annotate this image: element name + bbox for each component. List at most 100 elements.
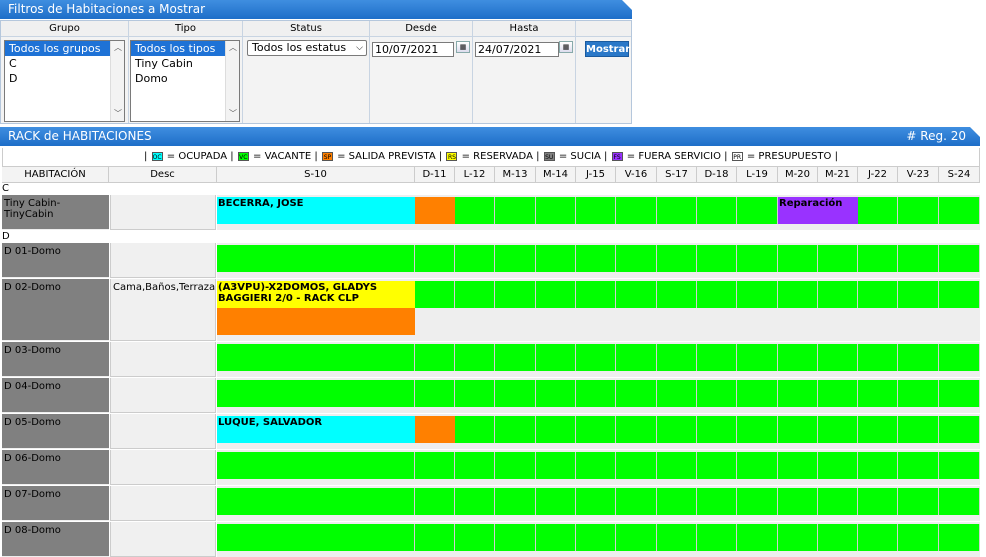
day-cell[interactable] <box>818 416 858 443</box>
reservation-bar[interactable] <box>415 416 455 443</box>
day-cell[interactable] <box>657 524 697 551</box>
day-cell[interactable] <box>657 380 697 407</box>
day-cell[interactable] <box>455 524 495 551</box>
day-cell[interactable] <box>576 524 616 551</box>
day-cell[interactable] <box>616 488 657 515</box>
day-cell[interactable] <box>657 245 697 272</box>
day-cell[interactable] <box>576 281 616 308</box>
day-cell[interactable] <box>778 245 818 272</box>
reservation-bar[interactable]: LUQUE, SALVADOR <box>217 416 415 443</box>
tipo-scrollbar[interactable]: ︿ ﹀ <box>225 41 239 121</box>
calendar-icon[interactable]: ▦ <box>559 41 573 53</box>
day-cell[interactable] <box>697 416 737 443</box>
day-cell[interactable] <box>616 416 657 443</box>
day-cell[interactable] <box>536 488 576 515</box>
day-cell[interactable] <box>657 197 697 224</box>
room-name[interactable]: D 01-Domo <box>2 243 109 278</box>
day-cell[interactable] <box>616 524 657 551</box>
day-cell[interactable] <box>778 416 818 443</box>
room-name[interactable]: D 04-Domo <box>2 378 109 413</box>
day-cell[interactable] <box>778 281 818 308</box>
reservation-bar[interactable]: (A3VPU)-X2DOMOS, GLADYS BAGGIERI 2/0 - R… <box>217 281 415 308</box>
day-cell[interactable] <box>898 281 939 308</box>
day-cell[interactable] <box>939 380 980 407</box>
day-cell[interactable] <box>616 452 657 479</box>
day-cell[interactable] <box>778 380 818 407</box>
day-cell[interactable] <box>737 524 778 551</box>
day-cell[interactable] <box>939 416 980 443</box>
day-cell[interactable] <box>778 524 818 551</box>
day-cell[interactable] <box>939 197 980 224</box>
room-name[interactable]: D 05-Domo <box>2 414 109 449</box>
day-cell[interactable] <box>858 488 898 515</box>
day-cell[interactable] <box>217 452 415 479</box>
day-cell[interactable] <box>495 416 536 443</box>
day-cell[interactable] <box>616 344 657 371</box>
day-cell[interactable] <box>697 452 737 479</box>
room-name[interactable]: D 02-Domo <box>2 279 109 341</box>
day-cell[interactable] <box>778 452 818 479</box>
day-cell[interactable] <box>818 488 858 515</box>
day-cell[interactable] <box>495 344 536 371</box>
mostrar-button[interactable]: Mostrar <box>585 41 630 57</box>
tipo-option[interactable]: Tiny Cabin <box>131 56 239 71</box>
reservation-bar[interactable]: Reparación <box>778 197 858 224</box>
day-cell[interactable] <box>818 452 858 479</box>
day-cell[interactable] <box>898 488 939 515</box>
day-cell[interactable] <box>858 380 898 407</box>
day-cell[interactable] <box>576 452 616 479</box>
day-cell[interactable] <box>495 488 536 515</box>
grupo-listbox[interactable]: Todos los grupos C D ︿ ﹀ <box>4 40 125 122</box>
day-cell[interactable] <box>939 245 980 272</box>
day-cell[interactable] <box>576 344 616 371</box>
desde-input[interactable]: 10/07/2021 <box>372 42 454 57</box>
reservation-bar[interactable] <box>415 197 455 224</box>
day-cell[interactable] <box>818 281 858 308</box>
chevron-up-icon[interactable]: ︿ <box>227 42 239 54</box>
day-cell[interactable] <box>657 281 697 308</box>
day-cell[interactable] <box>495 380 536 407</box>
day-cell[interactable] <box>455 416 495 443</box>
day-cell[interactable] <box>858 524 898 551</box>
grupo-option[interactable]: D <box>5 71 124 86</box>
day-cell[interactable] <box>616 281 657 308</box>
day-cell[interactable] <box>415 488 455 515</box>
day-cell[interactable] <box>455 245 495 272</box>
day-cell[interactable] <box>898 452 939 479</box>
day-cell[interactable] <box>415 524 455 551</box>
day-cell[interactable] <box>576 245 616 272</box>
day-cell[interactable] <box>657 344 697 371</box>
day-cell[interactable] <box>737 488 778 515</box>
room-name[interactable]: D 08-Domo <box>2 522 109 557</box>
day-cell[interactable] <box>898 344 939 371</box>
day-cell[interactable] <box>536 344 576 371</box>
day-cell[interactable] <box>576 416 616 443</box>
day-cell[interactable] <box>495 281 536 308</box>
day-cell[interactable] <box>576 488 616 515</box>
day-cell[interactable] <box>415 344 455 371</box>
day-cell[interactable] <box>898 245 939 272</box>
calendar-icon[interactable]: ▦ <box>456 41 470 53</box>
chevron-down-icon[interactable]: ﹀ <box>112 108 124 120</box>
day-cell[interactable] <box>536 416 576 443</box>
day-cell[interactable] <box>898 416 939 443</box>
day-cell[interactable] <box>939 281 980 308</box>
day-cell[interactable] <box>737 281 778 308</box>
day-cell[interactable] <box>858 344 898 371</box>
chevron-down-icon[interactable]: ﹀ <box>227 108 239 120</box>
day-cell[interactable] <box>657 452 697 479</box>
room-name[interactable]: D 07-Domo <box>2 486 109 521</box>
day-cell[interactable] <box>536 197 576 224</box>
day-cell[interactable] <box>536 452 576 479</box>
day-cell[interactable] <box>616 197 657 224</box>
day-cell[interactable] <box>898 524 939 551</box>
day-cell[interactable] <box>697 380 737 407</box>
day-cell[interactable] <box>697 281 737 308</box>
grupo-option[interactable]: C <box>5 56 124 71</box>
reservation-bar[interactable]: BECERRA, JOSE <box>217 197 415 224</box>
day-cell[interactable] <box>858 197 898 224</box>
day-cell[interactable] <box>455 344 495 371</box>
day-cell[interactable] <box>536 524 576 551</box>
chevron-up-icon[interactable]: ︿ <box>112 42 124 54</box>
day-cell[interactable] <box>697 524 737 551</box>
